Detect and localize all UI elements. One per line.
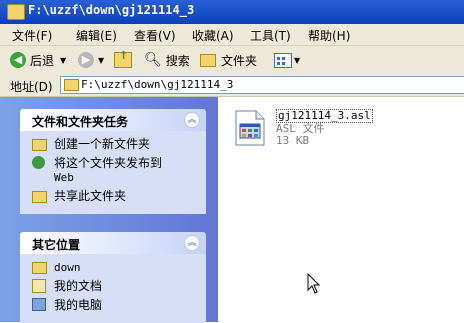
folder-icon: [32, 262, 47, 274]
menu-favorites[interactable]: 收藏(A): [192, 27, 234, 44]
address-value: F:\uzzf\down\gj121114_3: [81, 78, 234, 91]
places-panel: 其它位置 ︽ down 我的文档 我的电脑: [20, 232, 206, 323]
folders-label: 文件夹: [221, 53, 258, 68]
places-panel-header[interactable]: 其它位置 ︽: [20, 232, 206, 254]
menu-bar: 文件(F) 编辑(E) 查看(V) 收藏(A) 工具(T) 帮助(H): [0, 24, 464, 46]
menu-help[interactable]: 帮助(H): [308, 27, 350, 44]
chevron-down-icon: ▼: [98, 55, 105, 65]
menu-tools[interactable]: 工具(T): [250, 27, 291, 44]
place-my-documents[interactable]: 我的文档: [20, 279, 206, 294]
address-input[interactable]: F:\uzzf\down\gj121114_3: [60, 76, 464, 94]
forward-arrow-icon: ▶: [78, 52, 94, 68]
task-pane: 文件和文件夹任务 ︽ 创建一个新文件夹 将这个文件夹发布到 Web 共享此文件夹…: [0, 97, 218, 323]
documents-icon: [32, 279, 46, 293]
file-size: 13 KB: [276, 134, 310, 147]
folder-icon: [64, 79, 79, 91]
places-panel-title: 其它位置: [32, 238, 81, 252]
file-info[interactable]: gj121114_3.asl ASL 文件 13 KB: [276, 109, 373, 147]
views-button[interactable]: ▼: [274, 50, 300, 70]
toolbar: ◀ 后退 ▼ ▶ ▼ ↑ 🔍︎ 搜索 文件夹 ▼: [0, 46, 464, 75]
file-name[interactable]: gj121114_3.asl: [276, 109, 373, 123]
chevron-down-icon: ▼: [60, 55, 67, 65]
search-icon: 🔍︎: [144, 52, 162, 68]
chevron-down-icon: ▼: [294, 55, 301, 65]
new-folder-task[interactable]: 创建一个新文件夹: [20, 137, 206, 152]
computer-icon: [32, 298, 46, 311]
back-button[interactable]: ◀ 后退 ▼: [10, 50, 66, 70]
place-down[interactable]: down: [20, 260, 206, 275]
tasks-panel-title: 文件和文件夹任务: [32, 115, 129, 129]
tasks-panel-header[interactable]: 文件和文件夹任务 ︽: [20, 109, 206, 131]
place-my-computer[interactable]: 我的电脑: [20, 298, 206, 313]
globe-icon: [32, 156, 45, 169]
title-bar: F:\uzzf\down\gj121114_3: [0, 0, 464, 24]
asl-file-icon[interactable]: [230, 109, 270, 147]
collapse-icon[interactable]: ︽: [184, 235, 200, 251]
share-folder-task[interactable]: 共享此文件夹: [20, 189, 206, 204]
new-folder-icon: [32, 139, 47, 151]
collapse-icon[interactable]: ︽: [184, 112, 200, 128]
menu-edit[interactable]: 编辑(E): [76, 27, 117, 44]
folder-up-icon: ↑: [114, 49, 132, 68]
folder-icon: [200, 53, 216, 67]
menu-view[interactable]: 查看(V): [134, 27, 176, 44]
forward-button[interactable]: ▶ ▼: [78, 50, 104, 70]
tasks-panel: 文件和文件夹任务 ︽ 创建一个新文件夹 将这个文件夹发布到 Web 共享此文件夹: [20, 109, 206, 214]
up-folder-button[interactable]: ↑: [114, 49, 132, 70]
views-icon: [274, 52, 292, 68]
address-label: 地址(D): [10, 80, 53, 94]
back-label: 后退: [30, 53, 55, 68]
search-button[interactable]: 🔍︎ 搜索: [144, 50, 190, 70]
back-arrow-icon: ◀: [10, 52, 26, 68]
mouse-cursor-icon: [307, 273, 321, 294]
search-label: 搜索: [165, 53, 190, 68]
folder-icon: [7, 4, 25, 20]
window-title: F:\uzzf\down\gj121114_3: [28, 3, 195, 17]
publish-web-task[interactable]: 将这个文件夹发布到 Web: [20, 156, 206, 185]
menu-file[interactable]: 文件(F): [12, 27, 52, 44]
folders-button[interactable]: 文件夹: [200, 50, 257, 70]
share-folder-icon: [32, 191, 47, 203]
address-bar: 地址(D) F:\uzzf\down\gj121114_3: [0, 74, 464, 97]
